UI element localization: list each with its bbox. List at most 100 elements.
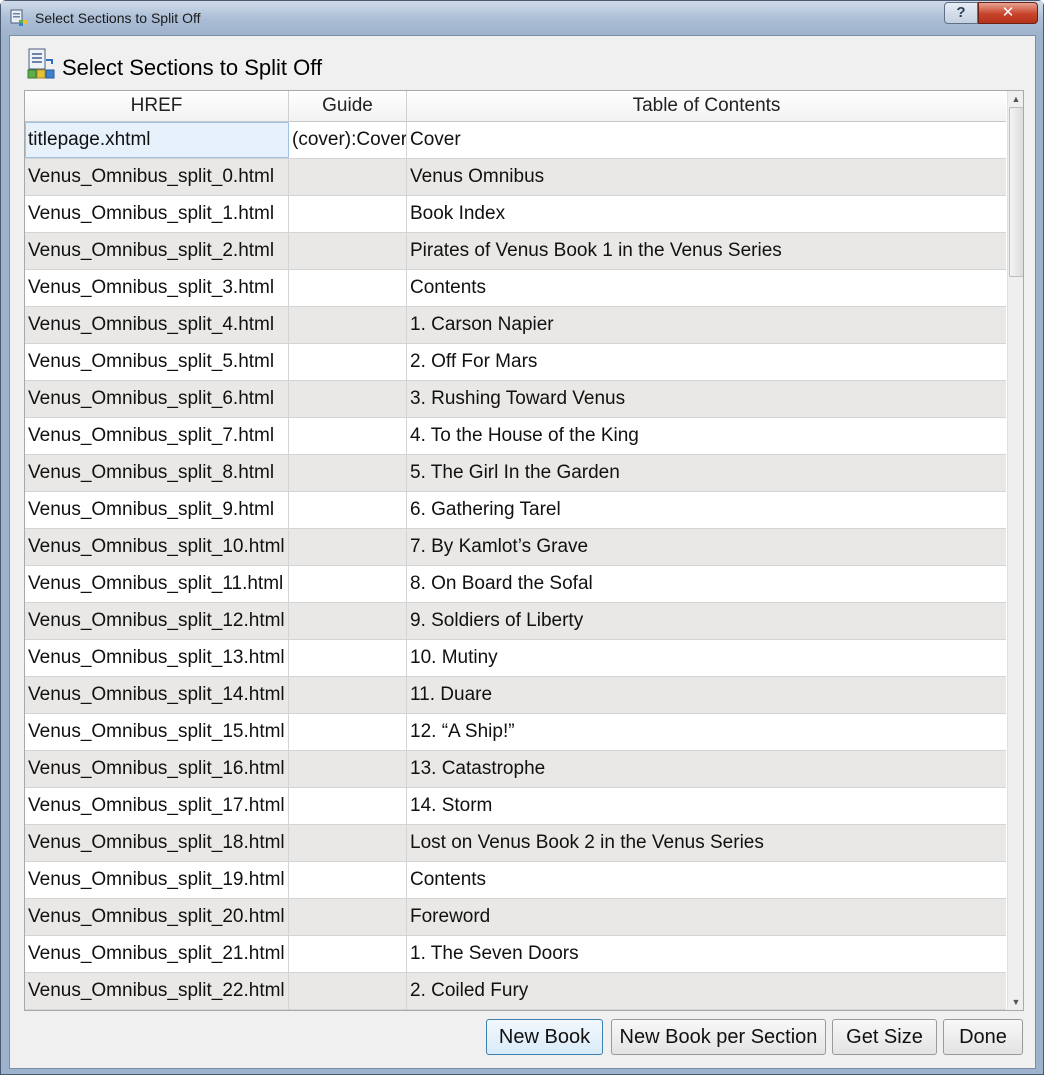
guide-cell[interactable] [289, 344, 407, 380]
table-row[interactable]: Venus_Omnibus_split_4.html 1. Carson Napi… [25, 307, 1006, 344]
table-row[interactable]: Venus_Omnibus_split_7.html 4. To the Hous… [25, 418, 1006, 455]
toc-cell[interactable]: 12. “A Ship!” [407, 714, 1006, 750]
table-row[interactable]: Venus_Omnibus_split_6.html 3. Rushing Tow… [25, 381, 1006, 418]
table-row[interactable]: Venus_Omnibus_split_8.html 5. The Girl In… [25, 455, 1006, 492]
toc-cell[interactable]: Book Index [407, 196, 1006, 232]
href-cell[interactable]: Venus_Omnibus_split_22.html [25, 973, 289, 1009]
toc-cell[interactable]: Lost on Venus Book 2 in the Venus Series [407, 825, 1006, 861]
href-cell[interactable]: Venus_Omnibus_split_4.html [25, 307, 289, 343]
toc-cell[interactable]: 3. Rushing Toward Venus [407, 381, 1006, 417]
table-row[interactable]: Venus_Omnibus_split_2.html Pirates of Ven… [25, 233, 1006, 270]
toc-cell[interactable]: 1. The Seven Doors [407, 936, 1006, 972]
table-row[interactable]: Venus_Omnibus_split_17.html 14. Storm [25, 788, 1006, 825]
table-row[interactable]: Venus_Omnibus_split_20.html Foreword [25, 899, 1006, 936]
table-row[interactable]: Venus_Omnibus_split_1.html Book Index [25, 196, 1006, 233]
toc-cell[interactable]: 13. Catastrophe [407, 751, 1006, 787]
href-cell[interactable]: Venus_Omnibus_split_17.html [25, 788, 289, 824]
guide-cell[interactable] [289, 196, 407, 232]
guide-cell[interactable] [289, 492, 407, 528]
guide-cell[interactable] [289, 714, 407, 750]
href-cell[interactable]: Venus_Omnibus_split_7.html [25, 418, 289, 454]
guide-cell[interactable] [289, 677, 407, 713]
href-cell[interactable]: Venus_Omnibus_split_3.html [25, 270, 289, 306]
guide-cell[interactable]: (cover):Cover [289, 122, 407, 158]
toc-cell[interactable]: 1. Carson Napier [407, 307, 1006, 343]
scroll-thumb[interactable] [1009, 107, 1023, 277]
get-size-button[interactable]: Get Size [832, 1019, 937, 1055]
table-row[interactable]: Venus_Omnibus_split_0.html Venus Omnibus [25, 159, 1006, 196]
toc-cell[interactable]: Pirates of Venus Book 1 in the Venus Ser… [407, 233, 1006, 269]
sections-table[interactable]: HREF Guide Table of Contents titlepage.x… [24, 90, 1024, 1011]
table-row[interactable]: Venus_Omnibus_split_18.html Lost on Venus… [25, 825, 1006, 862]
new-book-button[interactable]: New Book [486, 1019, 603, 1055]
toc-cell[interactable]: Foreword [407, 899, 1006, 935]
vertical-scrollbar[interactable]: ▲ ▼ [1007, 91, 1023, 1010]
href-cell[interactable]: Venus_Omnibus_split_5.html [25, 344, 289, 380]
table-row[interactable]: Venus_Omnibus_split_16.html 13. Catastrop… [25, 751, 1006, 788]
href-cell[interactable]: Venus_Omnibus_split_18.html [25, 825, 289, 861]
guide-cell[interactable] [289, 270, 407, 306]
toc-cell[interactable]: 10. Mutiny [407, 640, 1006, 676]
guide-cell[interactable] [289, 825, 407, 861]
href-cell[interactable]: Venus_Omnibus_split_12.html [25, 603, 289, 639]
guide-cell[interactable] [289, 973, 407, 1009]
guide-cell[interactable] [289, 418, 407, 454]
toc-cell[interactable]: 9. Soldiers of Liberty [407, 603, 1006, 639]
toc-cell[interactable]: 8. On Board the Sofal [407, 566, 1006, 602]
href-cell[interactable]: Venus_Omnibus_split_0.html [25, 159, 289, 195]
title-bar[interactable]: Select Sections to Split Off ? ✕ [1, 1, 1043, 35]
scroll-down-arrow-icon[interactable]: ▼ [1008, 994, 1023, 1010]
table-row[interactable]: Venus_Omnibus_split_21.html 1. The Seven … [25, 936, 1006, 973]
href-cell[interactable]: Venus_Omnibus_split_16.html [25, 751, 289, 787]
guide-cell[interactable] [289, 233, 407, 269]
table-row[interactable]: titlepage.xhtml (cover):Cover Cover [25, 122, 1006, 159]
href-cell[interactable]: Venus_Omnibus_split_20.html [25, 899, 289, 935]
toc-cell[interactable]: Contents [407, 862, 1006, 898]
toc-cell[interactable]: 5. The Girl In the Garden [407, 455, 1006, 491]
column-header-guide[interactable]: Guide [289, 91, 407, 122]
href-cell[interactable]: Venus_Omnibus_split_19.html [25, 862, 289, 898]
guide-cell[interactable] [289, 788, 407, 824]
toc-cell[interactable]: Cover [407, 122, 1006, 158]
new-book-per-section-button[interactable]: New Book per Section [611, 1019, 826, 1055]
href-cell[interactable]: Venus_Omnibus_split_2.html [25, 233, 289, 269]
href-cell[interactable]: Venus_Omnibus_split_6.html [25, 381, 289, 417]
table-row[interactable]: Venus_Omnibus_split_5.html 2. Off For Mar… [25, 344, 1006, 381]
done-button[interactable]: Done [943, 1019, 1023, 1055]
href-cell[interactable]: Venus_Omnibus_split_21.html [25, 936, 289, 972]
table-row[interactable]: Venus_Omnibus_split_15.html 12. “A Ship!” [25, 714, 1006, 751]
href-cell[interactable]: Venus_Omnibus_split_8.html [25, 455, 289, 491]
toc-cell[interactable]: 14. Storm [407, 788, 1006, 824]
toc-cell[interactable]: 2. Off For Mars [407, 344, 1006, 380]
guide-cell[interactable] [289, 640, 407, 676]
guide-cell[interactable] [289, 862, 407, 898]
table-row[interactable]: Venus_Omnibus_split_11.html 8. On Board t… [25, 566, 1006, 603]
href-cell[interactable]: titlepage.xhtml [25, 122, 289, 158]
table-row[interactable]: Venus_Omnibus_split_3.html Contents [25, 270, 1006, 307]
href-cell[interactable]: Venus_Omnibus_split_13.html [25, 640, 289, 676]
href-cell[interactable]: Venus_Omnibus_split_1.html [25, 196, 289, 232]
guide-cell[interactable] [289, 899, 407, 935]
toc-cell[interactable]: Contents [407, 270, 1006, 306]
table-row[interactable]: Venus_Omnibus_split_12.html 9. Soldiers o… [25, 603, 1006, 640]
table-row[interactable]: Venus_Omnibus_split_14.html 11. Duare [25, 677, 1006, 714]
href-cell[interactable]: Venus_Omnibus_split_10.html [25, 529, 289, 565]
table-row[interactable]: Venus_Omnibus_split_9.html 6. Gathering T… [25, 492, 1006, 529]
help-button[interactable]: ? [944, 2, 978, 24]
guide-cell[interactable] [289, 455, 407, 491]
guide-cell[interactable] [289, 159, 407, 195]
toc-cell[interactable]: 6. Gathering Tarel [407, 492, 1006, 528]
table-row[interactable]: Venus_Omnibus_split_22.html 2. Coiled Fur… [25, 973, 1006, 1010]
close-button[interactable]: ✕ [978, 2, 1038, 24]
href-cell[interactable]: Venus_Omnibus_split_14.html [25, 677, 289, 713]
toc-cell[interactable]: 7. By Kamlot’s Grave [407, 529, 1006, 565]
guide-cell[interactable] [289, 529, 407, 565]
toc-cell[interactable]: 4. To the House of the King [407, 418, 1006, 454]
table-row[interactable]: Venus_Omnibus_split_10.html 7. By Kamlot’… [25, 529, 1006, 566]
href-cell[interactable]: Venus_Omnibus_split_15.html [25, 714, 289, 750]
toc-cell[interactable]: 2. Coiled Fury [407, 973, 1006, 1009]
guide-cell[interactable] [289, 751, 407, 787]
href-cell[interactable]: Venus_Omnibus_split_11.html [25, 566, 289, 602]
href-cell[interactable]: Venus_Omnibus_split_9.html [25, 492, 289, 528]
table-row[interactable]: Venus_Omnibus_split_19.html Contents [25, 862, 1006, 899]
